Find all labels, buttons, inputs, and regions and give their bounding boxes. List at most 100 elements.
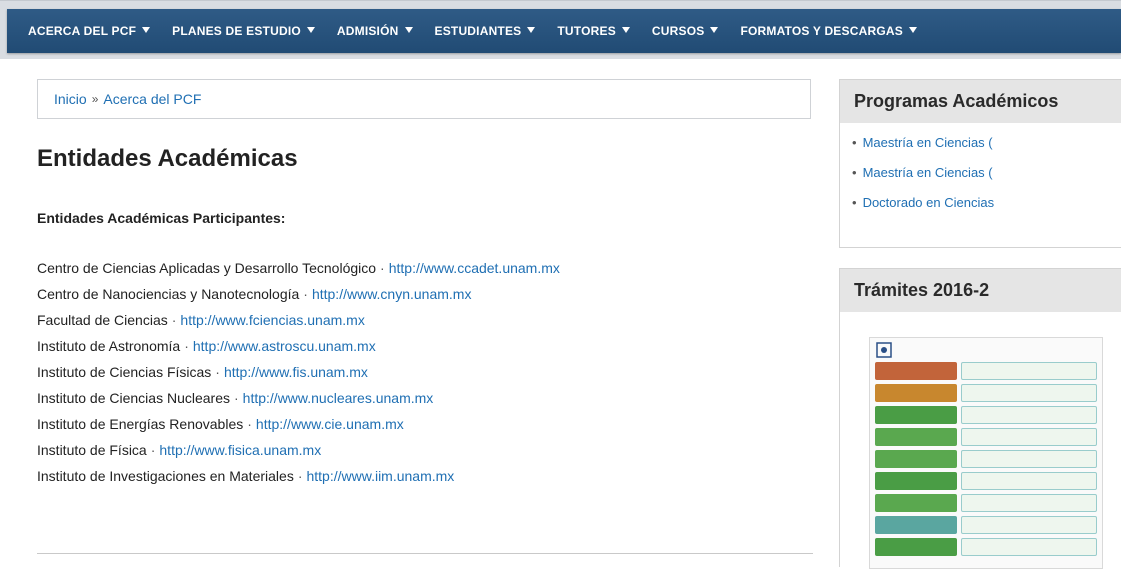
bullet-icon: • [852,135,857,150]
calendar-row [875,538,1097,556]
entity-link[interactable]: http://www.fisica.unam.mx [159,442,321,458]
entity-separator: · [171,312,177,328]
entity-link[interactable]: http://www.fciencias.unam.mx [180,312,364,328]
entity-link[interactable]: http://www.cie.unam.mx [256,416,404,432]
caret-down-icon [142,27,151,33]
calendar-row [875,516,1097,534]
entity-separator: · [297,468,303,484]
list-item: Facultad de Ciencias · http://www.fciencia… [37,310,560,336]
list-item: Instituto de Física · http://www.fisica.un… [37,440,560,466]
calendar-cell [875,384,957,402]
calendar-cell [961,472,1097,490]
entity-link[interactable]: http://www.cnyn.unam.mx [312,286,472,302]
entity-name: Facultad de Ciencias [37,312,168,328]
program-link[interactable]: Doctorado en Ciencias [863,195,995,210]
list-item: Instituto de Energías Renovables · http://… [37,414,560,440]
nav-label: TUTORES [557,24,616,38]
list-item: Instituto de Astronomía · http://www.astro… [37,336,560,362]
redacted-area [1007,134,1100,229]
caret-down-icon [908,27,917,33]
calendar-cell [875,450,957,468]
entity-name: Instituto de Física [37,442,147,458]
program-link[interactable]: Maestría en Ciencias ( [863,165,993,180]
calendar-row [875,450,1097,468]
breadcrumb: Inicio » Acerca del PCF [37,79,811,119]
list-item: Instituto de Ciencias Nucleares · http://w… [37,388,560,414]
calendar-cell [961,494,1097,512]
list-item: Centro de Nanociencias y Nanotecnología ·… [37,284,560,310]
calendar-cell [875,428,957,446]
list-item: Instituto de Investigaciones en Material… [37,466,560,492]
caret-down-icon [306,27,315,33]
calendar-cell [875,472,957,490]
entity-separator: · [380,260,385,276]
entity-separator: · [215,364,220,380]
caret-down-icon [710,27,719,33]
calendar-row [875,362,1097,380]
entity-link[interactable]: http://www.iim.unam.mx [306,468,454,484]
calendar-row [875,494,1097,512]
nav-planes[interactable]: PLANES DE ESTUDIO [172,24,315,38]
entity-name: Instituto de Energías Renovables [37,416,244,432]
entity-separator: · [303,286,308,302]
calendar-cell [961,428,1097,446]
page-title: Entidades Académicas [37,145,298,172]
entity-name: Instituto de Astronomía [37,338,181,354]
nav-label: ESTUDIANTES [434,24,522,38]
calendar-image[interactable] [869,337,1103,569]
nav-label: ACERCA DEL PCF [28,24,137,38]
main-nav: ACERCA DEL PCF PLANES DE ESTUDIO ADMISIÓ… [7,9,1121,53]
nav-tutores[interactable]: TUTORES [557,24,630,38]
entity-name: Instituto de Investigaciones en Material… [37,468,294,484]
content-divider [37,553,813,554]
entity-name: Instituto de Ciencias Nucleares [37,390,230,406]
nav-label: FORMATOS Y DESCARGAS [740,24,903,38]
nav-label: CURSOS [651,24,705,38]
nav-estudiantes[interactable]: ESTUDIANTES [435,24,536,38]
nav-acerca[interactable]: ACERCA DEL PCF [28,24,151,38]
calendar-image-header [870,338,1102,362]
top-bar: ACERCA DEL PCF PLANES DE ESTUDIO ADMISIÓ… [0,0,1121,59]
entity-link[interactable]: http://www.nucleares.unam.mx [243,390,434,406]
breadcrumb-separator: » [91,92,99,106]
entity-list: Centro de Ciencias Aplicadas y Desarroll… [37,258,560,492]
calendar-cell [961,384,1097,402]
entity-separator: · [247,416,252,432]
bullet-icon: • [852,195,857,210]
entity-link[interactable]: http://www.ccadet.unam.mx [389,260,560,276]
nav-formatos[interactable]: FORMATOS Y DESCARGAS [740,24,917,38]
entity-link[interactable]: http://www.astroscu.unam.mx [193,338,376,354]
caret-down-icon [527,27,536,33]
calendar-cell [961,406,1097,424]
calendar-row [875,406,1097,424]
nav-cursos[interactable]: CURSOS [652,24,719,38]
caret-down-icon [621,27,630,33]
programs-title: Programas Académicos [840,80,1121,123]
calendar-cell [961,450,1097,468]
program-link[interactable]: Maestría en Ciencias ( [863,135,993,150]
tramites-title: Trámites 2016-2 [840,269,1121,312]
entity-separator: · [234,390,239,406]
entity-link[interactable]: http://www.fis.unam.mx [224,364,368,380]
bullet-icon: • [852,165,857,180]
list-item: Centro de Ciencias Aplicadas y Desarroll… [37,258,560,284]
nav-admision[interactable]: ADMISIÓN [337,24,413,38]
calendar-cell [875,516,957,534]
breadcrumb-current-link[interactable]: Acerca del PCF [103,91,201,107]
calendar-cell [875,362,957,380]
breadcrumb-home-link[interactable]: Inicio [54,91,87,107]
entity-name: Centro de Nanociencias y Nanotecnología [37,286,300,302]
calendar-cell [875,406,957,424]
entity-separator: · [184,338,189,354]
calendar-cell [961,538,1097,556]
nav-label: ADMISIÓN [336,24,399,38]
caret-down-icon [404,27,413,33]
list-item: Instituto de Ciencias Físicas · http://www… [37,362,560,388]
calendar-row [875,472,1097,490]
entity-name: Centro de Ciencias Aplicadas y Desarroll… [37,260,377,276]
entity-name: Instituto de Ciencias Físicas [37,364,212,380]
nav-label: PLANES DE ESTUDIO [172,24,301,38]
unam-logo-icon [876,342,892,358]
calendar-cell [961,362,1097,380]
calendar-cell [961,516,1097,534]
